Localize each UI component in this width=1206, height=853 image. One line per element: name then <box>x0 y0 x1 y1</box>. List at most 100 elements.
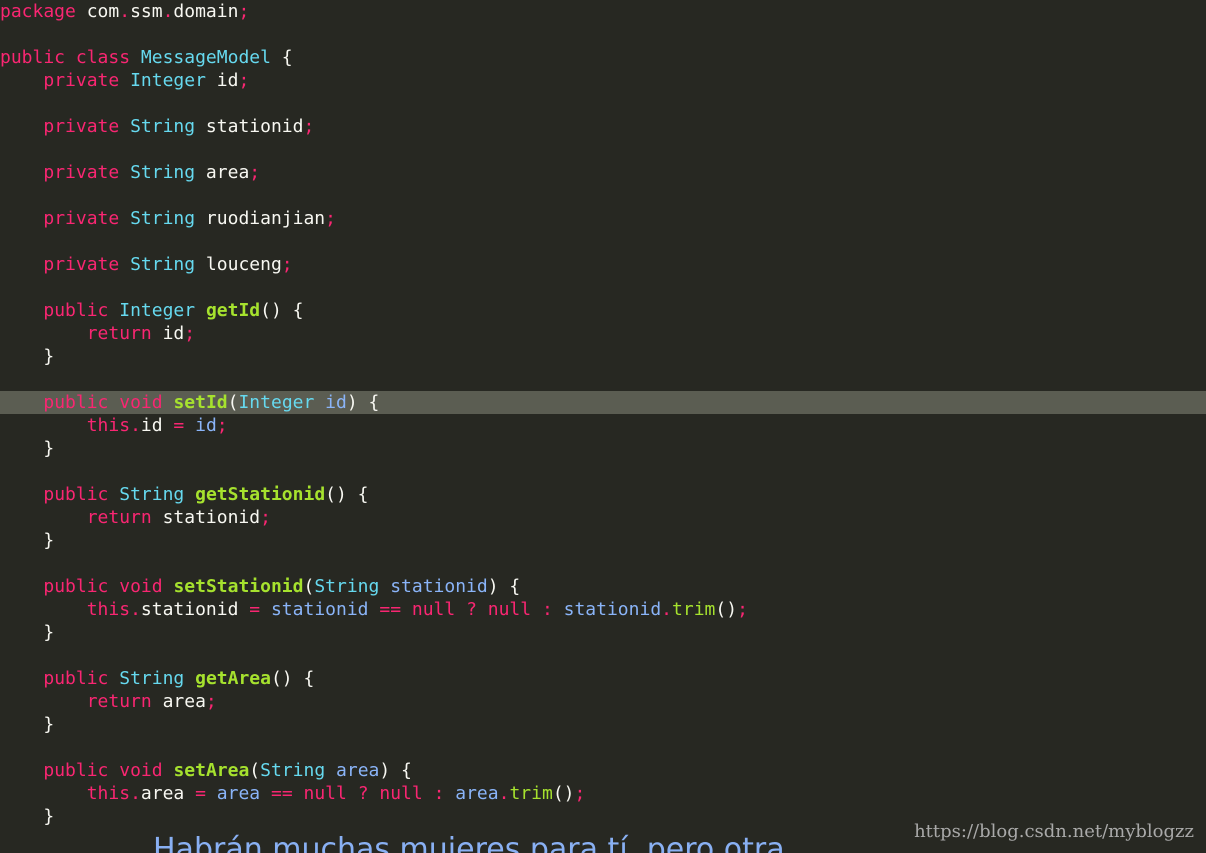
code-token-punct: ; <box>238 1 250 22</box>
code-token-kw: this <box>86 415 131 436</box>
code-line[interactable]: return area; <box>0 690 1206 713</box>
code-token-fn: setId <box>173 392 228 413</box>
code-token-text: ( <box>227 392 239 413</box>
code-line[interactable] <box>0 460 1206 483</box>
code-line[interactable] <box>0 230 1206 253</box>
code-token-text: () { <box>325 484 369 505</box>
code-line[interactable]: } <box>0 621 1206 644</box>
code-line[interactable]: return stationid; <box>0 506 1206 529</box>
code-token-punct: ; <box>325 208 336 229</box>
code-token-kw: public <box>43 300 109 321</box>
code-token-text: com <box>75 1 120 22</box>
code-line[interactable] <box>0 92 1206 115</box>
code-token-kw: public <box>43 760 109 781</box>
code-line[interactable]: this.id = id; <box>0 414 1206 437</box>
code-token-text: id <box>140 415 163 436</box>
code-token-punct: . <box>130 599 141 620</box>
code-token-type: String <box>260 760 326 781</box>
code-token-text: stationid <box>195 116 304 137</box>
code-token-text: () { <box>270 668 315 689</box>
code-token-param: area <box>216 783 261 804</box>
code-token-param: stationid <box>390 576 488 597</box>
code-line[interactable] <box>0 23 1206 46</box>
code-token-punct: . <box>661 599 673 620</box>
code-lines[interactable]: package com.ssm.domain; public class Mes… <box>0 0 1206 828</box>
code-token-kw: null <box>303 783 347 804</box>
code-token-punct: ; <box>249 162 261 183</box>
code-line[interactable]: } <box>0 345 1206 368</box>
code-token-param: area <box>336 760 380 781</box>
code-line[interactable]: public String getArea() { <box>0 667 1206 690</box>
code-line[interactable]: private String area; <box>0 161 1206 184</box>
code-line[interactable]: } <box>0 713 1206 736</box>
code-line[interactable]: this.area = area == null ? null : area.t… <box>0 782 1206 805</box>
code-line[interactable] <box>0 184 1206 207</box>
code-line[interactable]: private String stationid; <box>0 115 1206 138</box>
code-token-call: trim <box>509 783 553 804</box>
code-line[interactable]: public String getStationid() { <box>0 483 1206 506</box>
code-token-text: ruodianjian <box>195 208 326 229</box>
code-line[interactable]: public Integer getId() { <box>0 299 1206 322</box>
code-token-punct: == <box>368 599 412 620</box>
code-token-text: domain <box>173 1 239 22</box>
code-line[interactable]: private String ruodianjian; <box>0 207 1206 230</box>
code-token-text: () { <box>260 300 304 321</box>
code-line[interactable]: public void setStationid(String stationi… <box>0 575 1206 598</box>
code-line[interactable] <box>0 368 1206 391</box>
code-token-kw: void <box>119 760 163 781</box>
code-line[interactable]: private Integer id; <box>0 69 1206 92</box>
code-token-kw: null <box>379 783 423 804</box>
code-token-punct: = <box>184 783 217 804</box>
code-token-punct: ; <box>260 507 271 528</box>
code-token-punct: ? <box>455 599 488 620</box>
code-line[interactable] <box>0 644 1206 667</box>
code-token-text: louceng <box>195 254 282 275</box>
code-token-type: String <box>130 254 196 275</box>
code-token-kw: package <box>0 1 76 22</box>
code-line[interactable]: public void setArea(String area) { <box>0 759 1206 782</box>
code-token-punct: = <box>162 415 196 436</box>
code-token-param: area <box>455 783 499 804</box>
code-line[interactable]: private String louceng; <box>0 253 1206 276</box>
code-line[interactable] <box>0 552 1206 575</box>
code-line[interactable]: this.stationid = stationid == null ? nul… <box>0 598 1206 621</box>
code-line[interactable] <box>0 138 1206 161</box>
code-line-highlighted[interactable]: public void setId(Integer id) { <box>0 391 1206 414</box>
code-token-text: ) { <box>487 576 521 597</box>
code-token-param: stationid <box>563 599 662 620</box>
code-line[interactable] <box>0 736 1206 759</box>
code-line[interactable] <box>0 276 1206 299</box>
code-line[interactable]: public class MessageModel { <box>0 46 1206 69</box>
code-token-text: area <box>151 691 206 712</box>
code-token-call: trim <box>672 599 716 620</box>
code-token-type: Integer <box>119 300 196 321</box>
code-token-kw: class <box>75 47 131 68</box>
code-editor[interactable]: package com.ssm.domain; public class Mes… <box>0 0 1206 853</box>
code-token-kw: private <box>43 116 120 137</box>
bottom-caption: Habrán muchas mujeres para tí, pero otra <box>153 834 785 853</box>
code-line[interactable]: package com.ssm.domain; <box>0 0 1206 23</box>
code-line[interactable]: } <box>0 529 1206 552</box>
code-token-punct: . <box>162 1 174 22</box>
code-token-type: String <box>314 576 380 597</box>
code-line[interactable]: return id; <box>0 322 1206 345</box>
code-line[interactable]: } <box>0 437 1206 460</box>
code-token-punct: ; <box>303 116 315 137</box>
code-token-type: Integer <box>130 70 206 91</box>
